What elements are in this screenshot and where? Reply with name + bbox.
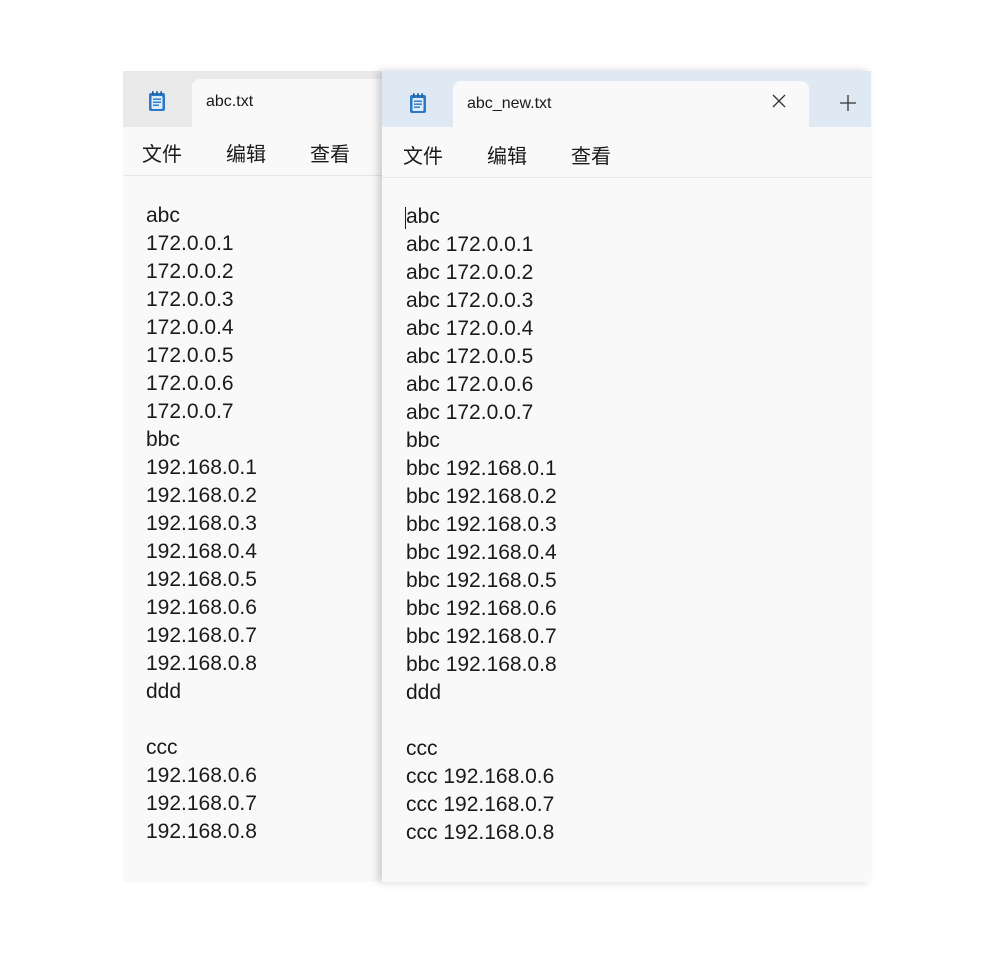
- menu-edit[interactable]: 编辑: [226, 138, 266, 167]
- menu-file[interactable]: 文件: [142, 138, 182, 167]
- tab-title: abc_new.txt: [467, 95, 552, 112]
- close-icon[interactable]: [769, 91, 789, 111]
- text-line: 192.168.0.4: [146, 540, 257, 563]
- text-line: ccc 192.168.0.7: [406, 793, 555, 816]
- notepad-icon: [408, 92, 428, 119]
- text-line: 172.0.0.5: [146, 344, 234, 367]
- text-editor[interactable]: abc abc 172.0.0.1 abc 172.0.0.2 abc 172.0.0…: [382, 203, 871, 847]
- text-editor[interactable]: abc 172.0.0.1 172.0.0.2 172.0.0.3 172.0.0.4 1…: [123, 202, 423, 846]
- text-line: bbc: [406, 429, 440, 452]
- text-line: 172.0.0.6: [146, 372, 234, 395]
- menu-bar: 文件 编辑 查看: [123, 127, 423, 176]
- text-line: 192.168.0.1: [146, 456, 257, 479]
- text-line: abc 172.0.0.1: [406, 233, 534, 256]
- text-line: bbc 192.168.0.1: [406, 457, 557, 480]
- tab-bar: abc_new.txt: [382, 71, 871, 127]
- text-line: ccc 192.168.0.6: [406, 765, 555, 788]
- tab-bar: abc.txt: [123, 71, 423, 127]
- text-line: 172.0.0.1: [146, 232, 234, 255]
- text-line: abc: [146, 204, 180, 227]
- text-line: 192.168.0.8: [146, 652, 257, 675]
- text-line: 192.168.0.7: [146, 624, 257, 647]
- text-line: bbc: [146, 428, 180, 451]
- text-line: 192.168.0.5: [146, 568, 257, 591]
- text-line: 192.168.0.8: [146, 820, 257, 843]
- text-line: abc: [406, 205, 440, 228]
- text-line: abc 172.0.0.3: [406, 289, 534, 312]
- text-line: 192.168.0.6: [146, 764, 257, 787]
- text-line: bbc 192.168.0.3: [406, 513, 557, 536]
- tab-abc-new-txt[interactable]: abc_new.txt: [453, 81, 809, 127]
- text-line: 192.168.0.6: [146, 596, 257, 619]
- text-line: bbc 192.168.0.8: [406, 653, 557, 676]
- text-line: bbc 192.168.0.7: [406, 625, 557, 648]
- text-line: abc 172.0.0.4: [406, 317, 534, 340]
- text-line: abc 172.0.0.6: [406, 373, 534, 396]
- text-line: 172.0.0.4: [146, 316, 234, 339]
- text-line: 192.168.0.2: [146, 484, 257, 507]
- text-line: ccc: [406, 737, 438, 760]
- text-line: 192.168.0.7: [146, 792, 257, 815]
- text-line: abc 172.0.0.7: [406, 401, 534, 424]
- text-line: 192.168.0.3: [146, 512, 257, 535]
- menu-file[interactable]: 文件: [403, 140, 443, 169]
- text-line: abc 172.0.0.5: [406, 345, 534, 368]
- notepad-icon: [147, 90, 167, 117]
- text-line: ccc 192.168.0.8: [406, 821, 555, 844]
- text-line: ddd: [406, 681, 442, 704]
- text-line: ddd: [146, 680, 182, 703]
- menu-view[interactable]: 查看: [310, 138, 350, 167]
- menu-view[interactable]: 查看: [571, 140, 611, 169]
- text-line: bbc 192.168.0.2: [406, 485, 557, 508]
- menu-edit[interactable]: 编辑: [487, 140, 527, 169]
- text-line: bbc 192.168.0.5: [406, 569, 557, 592]
- text-line: 172.0.0.7: [146, 400, 234, 423]
- text-line: 172.0.0.3: [146, 288, 234, 311]
- tab-title: abc.txt: [206, 93, 254, 110]
- text-line: [382, 707, 871, 735]
- text-line: [123, 706, 423, 734]
- text-caret: [405, 207, 406, 229]
- notepad-window-abc: abc.txt 文件 编辑 查看 abc 172.0.0.1 172.0.0.2 17…: [123, 71, 423, 882]
- notepad-window-abc-new: abc_new.txt 文件 编辑 查看 abc abc 172.0.0.1 abc…: [382, 71, 871, 882]
- text-line: bbc 192.168.0.6: [406, 597, 557, 620]
- plus-icon[interactable]: [838, 93, 858, 113]
- text-line: abc 172.0.0.2: [406, 261, 534, 284]
- text-line: bbc 192.168.0.4: [406, 541, 557, 564]
- menu-bar: 文件 编辑 查看: [382, 127, 871, 178]
- text-line: 172.0.0.2: [146, 260, 234, 283]
- text-line: ccc: [146, 736, 178, 759]
